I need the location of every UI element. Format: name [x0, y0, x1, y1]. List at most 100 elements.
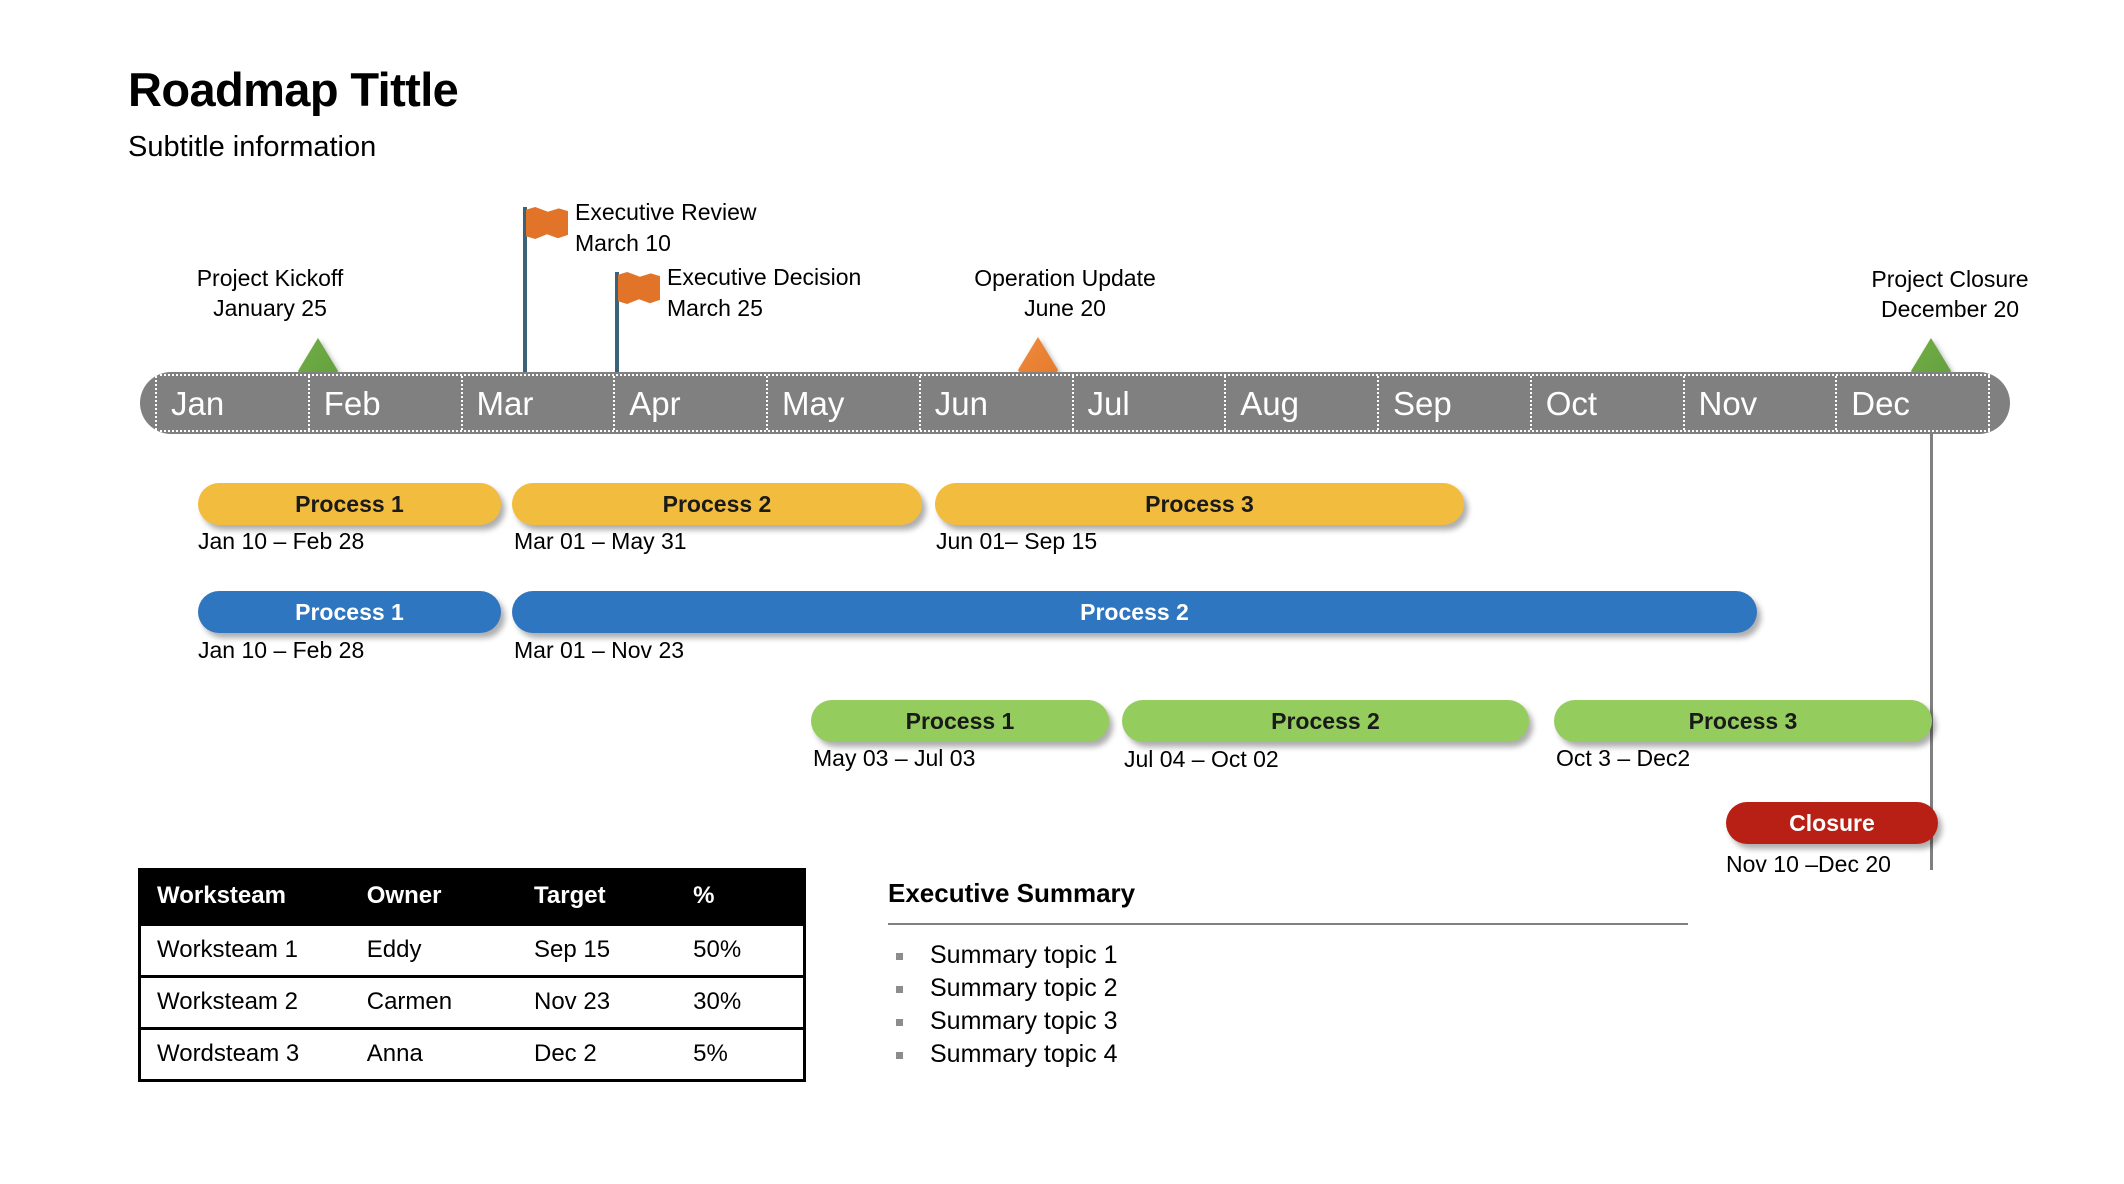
- month-label: Oct: [1545, 384, 1598, 422]
- cell-target: Dec 2: [518, 1027, 678, 1081]
- bar-label: Process 1: [905, 707, 1015, 734]
- bar-label: Process 3: [1145, 490, 1254, 517]
- executive-summary: Executive Summary Summary topic 1 Summar…: [888, 878, 1688, 1071]
- bar-caption-yellow-2: Mar 01 – May 31: [514, 528, 687, 554]
- cell-target: Nov 23: [518, 975, 678, 1029]
- milestone-title: Operation Update: [974, 265, 1156, 291]
- table-row[interactable]: Worksteam 1 Eddy Sep 15 50%: [139, 923, 805, 977]
- bar-blue-process-2[interactable]: Process 2: [512, 591, 1757, 633]
- month-label: Dec: [1851, 384, 1910, 422]
- list-item-label: Summary topic 2: [930, 974, 1118, 1002]
- milestone-title: Project Kickoff: [196, 265, 344, 291]
- list-item-label: Summary topic 1: [930, 941, 1118, 969]
- cell-percent: 30%: [677, 975, 805, 1029]
- milestone-title: Executive Decision: [667, 264, 862, 290]
- bar-yellow-process-1[interactable]: Process 1: [198, 483, 501, 525]
- flag-icon: [526, 207, 568, 239]
- month-label: Nov: [1698, 384, 1758, 422]
- month-label: Aug: [1240, 384, 1299, 422]
- closure-connector-line: [1930, 434, 1933, 870]
- bar-yellow-process-3[interactable]: Process 3: [935, 483, 1464, 525]
- milestone-title: Project Closure: [1871, 266, 2029, 292]
- worksteam-table: Worksteam Owner Target % Worksteam 1 Edd…: [138, 868, 806, 1082]
- month-cell-mar[interactable]: Mar: [463, 376, 616, 430]
- cell-target: Sep 15: [518, 923, 678, 977]
- month-cell-jan[interactable]: Jan: [155, 376, 310, 430]
- milestone-project-closure[interactable]: Project Closure December 20: [1800, 264, 2100, 324]
- bar-caption-green-1: May 03 – Jul 03: [813, 745, 976, 771]
- month-cell-nov[interactable]: Nov: [1685, 376, 1838, 430]
- table-row[interactable]: Worksteam 2 Carmen Nov 23 30%: [139, 975, 805, 1029]
- month-label: Sep: [1393, 384, 1452, 422]
- milestone-project-kickoff[interactable]: Project Kickoff January 25: [150, 263, 390, 323]
- cell-owner: Carmen: [350, 975, 518, 1029]
- month-cell-oct[interactable]: Oct: [1532, 376, 1685, 430]
- bar-caption-green-2: Jul 04 – Oct 02: [1124, 746, 1279, 772]
- bar-caption-green-3: Oct 3 – Dec2: [1556, 745, 1691, 771]
- bar-blue-process-1[interactable]: Process 1: [198, 591, 501, 633]
- page-title: Roadmap Tittle: [128, 63, 459, 116]
- month-cell-jul[interactable]: Jul: [1074, 376, 1227, 430]
- bar-caption-red-closure: Nov 10 –Dec 20: [1726, 851, 1891, 877]
- bar-label: Process 2: [1080, 598, 1189, 625]
- list-item-label: Summary topic 3: [930, 1007, 1118, 1035]
- milestone-operation-update[interactable]: Operation Update June 20: [920, 263, 1210, 323]
- list-item: Summary topic 4: [888, 1038, 1688, 1071]
- bar-yellow-process-2[interactable]: Process 2: [512, 483, 922, 525]
- table-header-percent: %: [677, 869, 805, 925]
- month-cell-apr[interactable]: Apr: [615, 376, 768, 430]
- table-header-row: Worksteam Owner Target %: [139, 869, 805, 925]
- bar-green-process-3[interactable]: Process 3: [1554, 700, 1932, 742]
- bar-label: Process 2: [1271, 707, 1380, 734]
- month-cell-sep[interactable]: Sep: [1379, 376, 1532, 430]
- bar-green-process-2[interactable]: Process 2: [1122, 700, 1529, 742]
- cell-worksteam: Wordsteam 3: [139, 1027, 351, 1081]
- month-label: Mar: [476, 384, 534, 422]
- list-item: Summary topic 2: [888, 972, 1688, 1005]
- list-item: Summary topic 3: [888, 1005, 1688, 1038]
- bullet-icon: [896, 1052, 903, 1059]
- cell-worksteam: Worksteam 2: [139, 975, 351, 1029]
- bar-caption-blue-2: Mar 01 – Nov 23: [514, 637, 685, 663]
- bar-red-closure[interactable]: Closure: [1726, 802, 1938, 844]
- cell-worksteam: Worksteam 1: [139, 923, 351, 977]
- milestone-date: January 25: [213, 295, 327, 321]
- bar-label: Closure: [1789, 809, 1875, 836]
- bar-green-process-1[interactable]: Process 1: [811, 700, 1109, 742]
- roadmap-slide: Roadmap Tittle Subtitle information Proj…: [0, 0, 2124, 1184]
- timeline-month-grid: Jan Feb Mar Apr May Jun Jul Aug Sep Oct …: [155, 374, 1990, 432]
- month-cell-may[interactable]: May: [768, 376, 921, 430]
- list-item-label: Summary topic 4: [930, 1040, 1118, 1068]
- table-row[interactable]: Wordsteam 3 Anna Dec 2 5%: [139, 1027, 805, 1081]
- bar-caption-yellow-3: Jun 01– Sep 15: [936, 528, 1098, 554]
- milestone-date: March 10: [575, 230, 671, 256]
- cell-owner: Anna: [350, 1027, 518, 1081]
- bar-label: Process 1: [295, 490, 404, 517]
- executive-summary-list: Summary topic 1 Summary topic 2 Summary …: [888, 939, 1688, 1071]
- cell-owner: Eddy: [350, 923, 518, 977]
- milestone-date: December 20: [1880, 296, 2020, 322]
- bar-caption-blue-1: Jan 10 – Feb 28: [198, 637, 365, 663]
- month-label: Apr: [629, 384, 681, 422]
- milestone-title: Executive Review: [575, 199, 757, 225]
- list-item: Summary topic 1: [888, 939, 1688, 972]
- table-header-target: Target: [518, 869, 678, 925]
- bar-label: Process 1: [295, 598, 404, 625]
- cell-percent: 5%: [677, 1027, 805, 1081]
- flag-icon: [618, 272, 660, 304]
- cell-percent: 50%: [677, 923, 805, 977]
- executive-summary-divider: [888, 923, 1688, 925]
- month-cell-feb[interactable]: Feb: [310, 376, 463, 430]
- bar-label: Process 3: [1688, 707, 1798, 734]
- month-cell-aug[interactable]: Aug: [1226, 376, 1379, 430]
- month-label: Jan: [171, 384, 225, 422]
- bullet-icon: [896, 986, 903, 993]
- month-cell-jun[interactable]: Jun: [921, 376, 1074, 430]
- bar-label: Process 2: [662, 490, 772, 517]
- table-header-worksteam: Worksteam: [139, 869, 351, 925]
- month-label: Jun: [934, 384, 988, 422]
- bar-caption-yellow-1: Jan 10 – Feb 28: [198, 528, 365, 554]
- milestone-date: June 20: [1024, 295, 1106, 321]
- month-cell-dec[interactable]: Dec: [1837, 376, 1990, 430]
- table-header-owner: Owner: [350, 869, 518, 925]
